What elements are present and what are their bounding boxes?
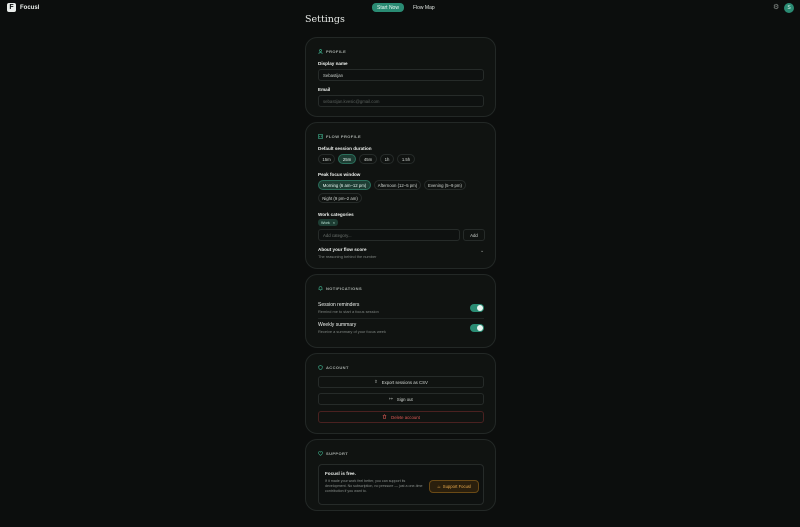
start-now-button[interactable]: Start Now [372, 3, 404, 12]
flow-profile-card: FLOW PROFILE Default session duration 15… [305, 122, 496, 269]
upload-icon: ⇧ [374, 379, 378, 384]
display-name-input[interactable]: Sebastijan [318, 69, 484, 81]
top-bar: F Focusl Start Now Flow Map ⚙ S [0, 0, 800, 16]
flow-profile-heading: FLOW PROFILE [318, 134, 361, 139]
user-icon [318, 49, 323, 54]
peak-chip-morning[interactable]: Morning (6 am–12 pm) [318, 180, 371, 190]
notifications-heading-text: NOTIFICATIONS [326, 286, 363, 291]
export-csv-button[interactable]: ⇧ Export sessions as CSV [318, 376, 484, 388]
email-label: Email [318, 87, 331, 92]
delete-account-button[interactable]: Delete account [318, 411, 484, 423]
category-tag: Work × [318, 219, 339, 226]
support-heading-text: SUPPORT [326, 451, 349, 456]
heart-icon [318, 451, 323, 456]
add-category-input[interactable]: Add category... [318, 229, 460, 241]
chevron-down-icon[interactable]: ⌄ [480, 248, 484, 254]
duration-chip-1-5h[interactable]: 1.5h [397, 154, 415, 164]
support-button[interactable]: ☕ Support Focusl [429, 480, 479, 493]
reminders-subtitle: Remind me to start a focus session [318, 309, 379, 314]
account-heading-text: ACCOUNT [326, 365, 349, 370]
main-nav: Start Now Flow Map [372, 3, 440, 12]
duration-chip-15m[interactable]: 15m [318, 154, 335, 164]
display-name-label: Display name [318, 61, 348, 66]
logo-icon: F [7, 3, 16, 12]
account-heading: ACCOUNT [318, 365, 349, 370]
notifications-heading: NOTIFICATIONS [318, 286, 362, 291]
category-tag-label: Work [321, 220, 330, 225]
profile-card: PROFILE Display name Sebastijan Email se… [305, 37, 496, 117]
brand-name: Focusl [20, 4, 40, 11]
support-box: Focusl is free. If it made your work fee… [318, 464, 484, 505]
duration-chip-1h[interactable]: 1h [380, 154, 394, 164]
weekly-summary-toggle[interactable] [470, 324, 484, 332]
bars-icon [318, 134, 323, 139]
brand[interactable]: F Focusl [7, 3, 39, 12]
weekly-summary-title: Weekly summary [318, 322, 357, 328]
toggle-knob [477, 325, 483, 331]
support-title: Focusl is free. [325, 471, 356, 476]
toggle-knob [477, 305, 483, 311]
support-button-label: Support Focusl [442, 484, 471, 489]
duration-chip-25m[interactable]: 25m [338, 154, 356, 164]
duration-chip-45m[interactable]: 45m [359, 154, 377, 164]
sign-out-button[interactable]: ↦ Sign out [318, 393, 484, 405]
profile-heading-text: PROFILE [326, 49, 347, 54]
support-text: If it made your work feel better, you ca… [325, 479, 423, 493]
reminders-title: Session reminders [318, 302, 360, 308]
peak-window-label: Peak focus window [318, 172, 361, 177]
account-card: ACCOUNT ⇧ Export sessions as CSV ↦ Sign … [305, 353, 496, 434]
shield-icon [318, 365, 323, 370]
divider [318, 318, 484, 319]
categories-label: Work categories [318, 212, 354, 217]
reminders-toggle[interactable] [470, 304, 484, 312]
avatar[interactable]: S [784, 3, 794, 13]
delete-account-label: Delete account [391, 414, 420, 420]
flow-profile-heading-text: FLOW PROFILE [326, 134, 362, 139]
bell-icon [318, 286, 323, 291]
coffee-icon: ☕ [437, 484, 441, 489]
notifications-card: NOTIFICATIONS Session reminders Remind m… [305, 274, 496, 348]
page-title: Settings [305, 14, 345, 25]
profile-heading: PROFILE [318, 49, 346, 54]
trash-icon [382, 414, 387, 420]
export-csv-label: Export sessions as CSV [381, 379, 428, 385]
flow-score-subtitle: The reasoning behind the number [318, 254, 377, 259]
support-card: SUPPORT Focusl is free. If it made your … [305, 439, 496, 511]
add-category-button[interactable]: Add [463, 229, 485, 241]
gear-icon[interactable]: ⚙ [773, 4, 780, 11]
weekly-summary-subtitle: Receive a summary of your focus week [318, 329, 386, 334]
flow-score-title[interactable]: About your flow score [318, 247, 367, 252]
flow-map-link[interactable]: Flow Map [408, 3, 440, 12]
close-icon[interactable]: × [333, 221, 335, 225]
peak-chip-evening[interactable]: Evening (5–9 pm) [424, 180, 466, 190]
support-heading: SUPPORT [318, 451, 348, 456]
duration-label: Default session duration [318, 146, 372, 151]
peak-chip-night[interactable]: Night (9 pm–2 am) [318, 193, 362, 203]
sign-out-icon: ↦ [389, 396, 393, 401]
sign-out-label: Sign out [396, 396, 413, 402]
peak-chip-afternoon[interactable]: Afternoon (12–5 pm) [374, 180, 421, 190]
email-field: sebastijan.kvesic@gmail.com [318, 95, 484, 107]
